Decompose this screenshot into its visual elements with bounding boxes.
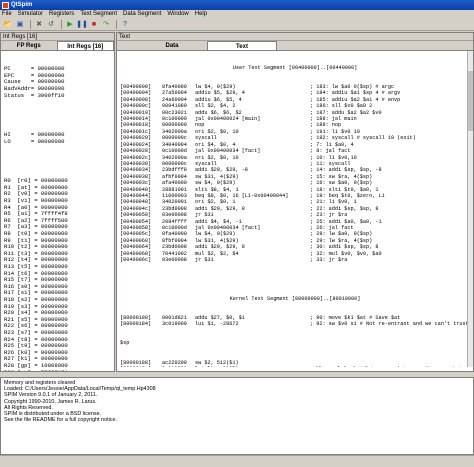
code-hex: 3c019000 xyxy=(162,366,195,367)
general-purpose-registers: R0 [r0] = 00000000 R1 [at] = 00000000 R2 [… xyxy=(4,178,111,371)
clear-icon[interactable]: ✖ xyxy=(34,19,44,29)
open-file-icon[interactable]: 📂 xyxy=(3,19,13,29)
register-tabs: FP Regs Int Regs [16] xyxy=(1,41,114,51)
console-line: See the file README for a full copyright… xyxy=(4,417,117,424)
stop-icon[interactable]: ■ xyxy=(89,19,99,29)
toolbar-separator xyxy=(116,19,117,29)
code-src: ; 33: jr $ra xyxy=(310,257,348,263)
hi-lo-registers: HI = 00000000 LO = 00000000 xyxy=(4,132,111,145)
user-text-lines: [00400000] 8fa40000 lw $4, 0($29); 183: lw… xyxy=(120,84,470,263)
window-titlebar: QtSpim xyxy=(0,0,474,10)
run-icon[interactable]: ▶ xyxy=(65,19,75,29)
menu-text-segment[interactable]: Text Segment xyxy=(80,11,117,17)
kernel-text-segment-header: Kernel Text Segment [80000000]..[8001000… xyxy=(229,295,361,302)
code-instr: lui $1, -28672 xyxy=(195,366,309,367)
code-hex: 3c019000 xyxy=(162,321,187,328)
text-panel-title: Text xyxy=(117,33,473,41)
tab-text[interactable]: Text xyxy=(207,41,277,50)
menu-help[interactable]: Help xyxy=(195,11,207,17)
status-bar xyxy=(0,455,474,467)
code-addr: [80000184] xyxy=(120,321,152,328)
special-registers: PC = 00000000 EPC = 00000000 Cause = 00000… xyxy=(4,66,111,99)
register-panel-title: Int Regs [16] xyxy=(1,33,114,41)
window-title: QtSpim xyxy=(11,2,33,8)
message-console: Memory and registers cleared Loaded: C:/U… xyxy=(0,377,474,455)
register-row: R29 [sp] = 7ffff4f4 xyxy=(4,369,111,371)
menu-registers[interactable]: Registers xyxy=(49,11,74,17)
console-messages: Memory and registers cleared Loaded: C:/U… xyxy=(1,378,473,425)
code-src: ; 93: sw $a0 s2 # But we need to use the… xyxy=(309,366,470,367)
pause-icon[interactable]: ❚❚ xyxy=(76,19,88,29)
register-panel: Int Regs [16] FP Regs Int Regs [16] PC =… xyxy=(0,32,115,372)
register-row: LO = 00000000 xyxy=(4,137,65,145)
menu-window[interactable]: Window xyxy=(167,11,188,17)
code-src: ; 92: sw $v0 s1 # Not re-entrant and we … xyxy=(310,321,469,328)
tab-fp-regs[interactable]: FP Regs xyxy=(1,41,57,50)
toolbar-separator xyxy=(61,19,62,29)
scrollbar-thumb[interactable] xyxy=(468,71,473,131)
code-scrollbar[interactable] xyxy=(467,51,473,367)
help-icon[interactable]: ? xyxy=(120,19,130,29)
kernel-text-lines: [80000188]ac220200sw $2, 512($1)[8000018… xyxy=(120,360,470,367)
code-addr: [8000018c] xyxy=(120,366,162,367)
menu-data-segment[interactable]: Data Segment xyxy=(123,11,161,17)
user-text-segment-header: User Text Segment [00400000]..[00440000] xyxy=(232,64,358,71)
toolbar-separator xyxy=(30,19,31,29)
toolbar: 📂 ▣ ✖ ↺ ▶ ❚❚ ■ ↷ ? xyxy=(0,18,474,31)
text-segment-panel: Text Data Text User Text Segment [004000… xyxy=(116,32,474,372)
kernel-text-lines: [80000180] 0001d821 addu $27, $0, $1; 90: … xyxy=(120,315,470,328)
segment-tabs: Data Text xyxy=(117,41,473,51)
register-list: PC = 00000000 EPC = 00000000 Cause = 00000… xyxy=(1,51,114,371)
code-line[interactable]: [80000184] 3c019000 lui $1, -28672 ; 92: sw… xyxy=(120,321,470,327)
menu-simulator[interactable]: Simulator xyxy=(18,11,43,17)
code-line[interactable]: [8000018c]3c019000lui $1, -28672; 93: sw… xyxy=(120,366,470,367)
code-addr: [0040006c] xyxy=(120,257,152,263)
code-instr: lui $1, -28672 xyxy=(195,321,239,328)
code-listing: User Text Segment [00400000]..[00440000]… xyxy=(117,51,473,367)
code-hex: 03e00008 xyxy=(162,257,187,263)
code-line[interactable]: [0040006c] 03e00008 jr $31 ; 33: jr $ra xyxy=(120,257,470,263)
save-icon[interactable]: ▣ xyxy=(15,19,25,29)
menu-bar: File Simulator Registers Text Segment Da… xyxy=(0,10,474,18)
menu-file[interactable]: File xyxy=(2,11,12,17)
qtspim-app-icon xyxy=(2,1,9,9)
register-row: Status = 3000ff10 xyxy=(4,91,65,99)
code-instr: jr $31 xyxy=(195,257,214,263)
reinitialize-icon[interactable]: ↺ xyxy=(46,19,56,29)
single-step-icon[interactable]: ↷ xyxy=(101,19,111,29)
wrapped-comment: $sp xyxy=(120,340,130,347)
tab-int-regs[interactable]: Int Regs [16] xyxy=(56,41,114,50)
tab-data[interactable]: Data xyxy=(137,41,207,50)
